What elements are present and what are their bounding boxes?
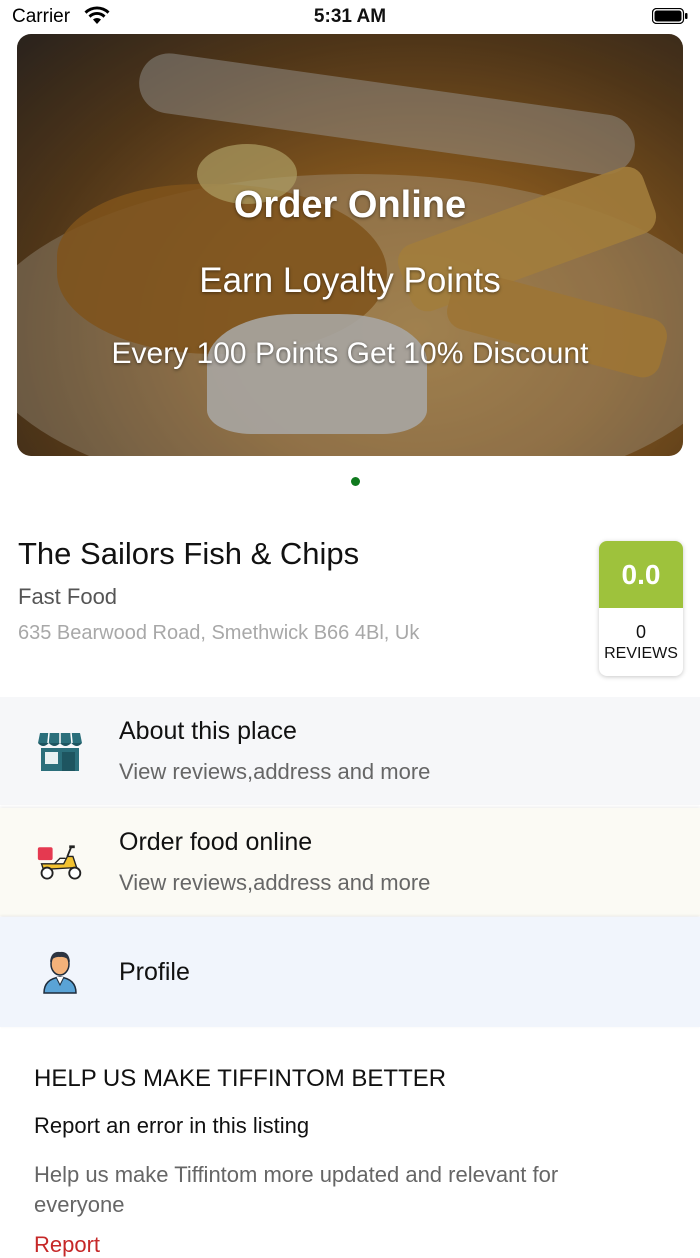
menu-item-about[interactable]: About this place View reviews,address an… <box>0 697 700 805</box>
menu-item-title: About this place <box>119 717 297 745</box>
banner-subline: Earn Loyalty Points <box>199 261 501 300</box>
rating-card[interactable]: 0.0 0 REVIEWS <box>599 541 683 676</box>
carousel-page-indicator[interactable] <box>351 477 360 486</box>
help-section-heading: HELP US MAKE TIFFINTOM BETTER <box>34 1065 447 1092</box>
restaurant-address: 635 Bearwood Road, Smethwick B66 4Bl, Uk <box>18 622 420 644</box>
menu-item-subtitle: View reviews,address and more <box>119 870 431 895</box>
menu-item-order-online[interactable]: Order food online View reviews,address a… <box>0 808 700 916</box>
rating-score: 0.0 <box>599 541 683 608</box>
clock: 5:31 AM <box>313 6 387 27</box>
menu-item-subtitle: View reviews,address and more <box>119 759 431 784</box>
restaurant-name: The Sailors Fish & Chips <box>18 536 360 571</box>
delivery-scooter-icon <box>37 845 82 880</box>
reviews-label: REVIEWS <box>604 645 678 662</box>
banner-headline: Order Online <box>233 184 467 226</box>
restaurant-cuisine: Fast Food <box>18 584 118 609</box>
promo-banner[interactable]: Order Online Earn Loyalty Points Every 1… <box>17 34 683 456</box>
report-error-title: Report an error in this listing <box>34 1113 310 1138</box>
battery-icon <box>652 8 688 24</box>
status-bar: Carrier 5:31 AM <box>0 0 700 34</box>
user-profile-icon <box>43 951 77 994</box>
store-icon <box>38 732 82 771</box>
menu-item-title: Profile <box>119 958 190 986</box>
banner-offer: Every 100 Points Get 10% Discount <box>111 337 589 370</box>
review-count: 0 <box>635 622 646 642</box>
menu-item-profile[interactable]: Profile <box>0 917 700 1027</box>
report-link[interactable]: Report <box>34 1232 100 1258</box>
help-description: Help us make Tiffintom more updated and … <box>34 1162 559 1217</box>
menu-item-title: Order food online <box>119 828 313 856</box>
